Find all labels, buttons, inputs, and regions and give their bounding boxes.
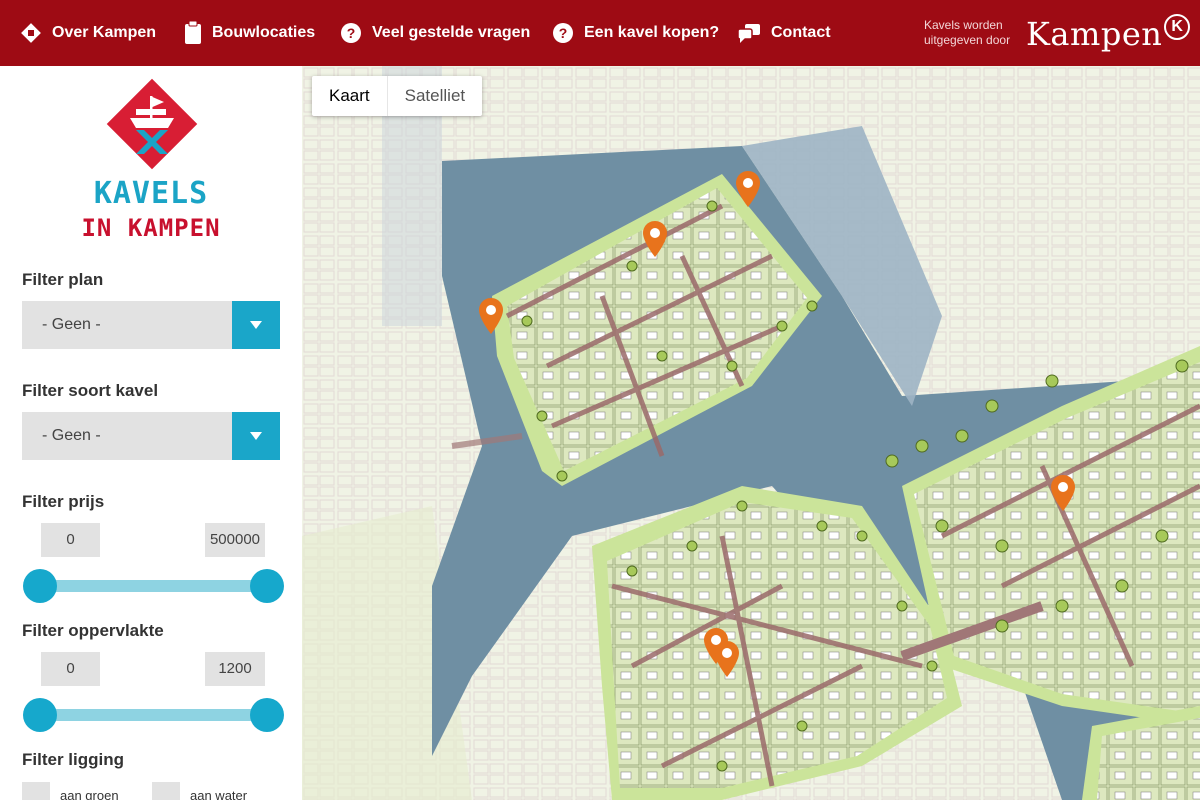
nav-label: Een kavel kopen? [584, 24, 720, 41]
nav-item-een-kavel-kopen[interactable]: ? Een kavel kopen? [552, 0, 719, 66]
filter-plan-value: - Geen - [42, 316, 101, 333]
area-min-input[interactable]: 0 [41, 652, 100, 686]
price-max-input[interactable]: 500000 [205, 523, 265, 557]
checkbox-aan-groen[interactable] [22, 782, 50, 800]
location-pin-icon[interactable] [714, 640, 740, 678]
filter-sidebar: KAVELS IN KAMPEN Filter plan - Geen - Fi… [0, 66, 302, 800]
nav-item-bouwlocaties[interactable]: Bouwlocaties [184, 0, 315, 66]
area-slider-track[interactable] [40, 709, 268, 721]
filter-soort-title: Filter soort kavel [22, 381, 159, 400]
location-pin-icon[interactable] [642, 220, 668, 258]
checkbox-label-aan-groen: aan groen [60, 788, 119, 800]
svg-text:?: ? [347, 25, 356, 41]
kampen-k-mark: K [1164, 14, 1191, 40]
map-type-toggle[interactable]: Kaart Satelliet [312, 76, 483, 116]
map-canvas[interactable]: Kaart Satelliet [302, 66, 1200, 800]
dropdown-arrow[interactable] [232, 412, 280, 460]
filter-soort-value: - Geen - [42, 427, 101, 444]
area-slider-min-handle[interactable] [23, 698, 57, 732]
filter-ligging-title: Filter ligging [22, 750, 124, 769]
kampen-logo[interactable]: Kampen K [1026, 12, 1191, 56]
nav-label: Bouwlocaties [212, 24, 316, 41]
area-max-input[interactable]: 1200 [205, 652, 265, 686]
dropdown-arrow[interactable] [232, 301, 280, 349]
filter-oppervlakte-title: Filter oppervlakte [22, 621, 164, 640]
location-pin-icon[interactable] [478, 297, 504, 335]
top-navigation-bar: Over Kampen Bouwlocaties ? Veel gestelde… [0, 0, 1200, 66]
filter-plan-select[interactable]: - Geen - [22, 301, 280, 349]
brand-name: Kampen [1026, 15, 1163, 53]
nav-label: Contact [771, 24, 831, 41]
nav-label: Veel gestelde vragen [372, 24, 531, 41]
location-pin-icon[interactable] [1050, 474, 1076, 512]
brand-caption: Kavels worden uitgegeven door [924, 18, 1011, 47]
map-type-satelliet-button[interactable]: Satelliet [386, 76, 482, 116]
filter-plan-title: Filter plan [22, 270, 104, 289]
caret-down-icon [250, 321, 262, 329]
nav-item-contact[interactable]: Contact [737, 0, 831, 66]
nav-item-over-kampen[interactable]: Over Kampen [20, 0, 156, 66]
area-slider-max-handle[interactable] [250, 698, 284, 732]
price-min-input[interactable]: 0 [41, 523, 100, 557]
svg-text:?: ? [559, 25, 568, 41]
chat-bubbles-icon [737, 24, 760, 43]
logo-text-kavels: KAVELS [93, 176, 209, 211]
logo-text-in-kampen: IN KAMPEN [81, 214, 221, 242]
checkbox-label-aan-water: aan water [190, 788, 248, 800]
filter-prijs-title: Filter prijs [22, 492, 105, 511]
caret-down-icon [250, 432, 262, 440]
price-slider-track[interactable] [40, 580, 268, 592]
clipboard-icon [185, 21, 201, 44]
price-slider-min-handle[interactable] [23, 569, 57, 603]
map-type-kaart-button[interactable]: Kaart [312, 76, 387, 116]
nav-item-veel-gestelde-vragen[interactable]: ? Veel gestelde vragen [340, 0, 530, 66]
question-circle-icon: ? [341, 23, 361, 43]
nav-label: Over Kampen [52, 24, 157, 41]
price-slider-max-handle[interactable] [250, 569, 284, 603]
site-logo[interactable]: KAVELS IN KAMPEN [0, 76, 302, 246]
location-pin-icon[interactable] [735, 170, 761, 208]
checkbox-aan-water[interactable] [152, 782, 180, 800]
ship-emblem-icon [106, 78, 198, 170]
question-circle-icon: ? [553, 23, 573, 43]
filter-soort-select[interactable]: - Geen - [22, 412, 280, 460]
diamond-emblem-icon [21, 23, 41, 43]
